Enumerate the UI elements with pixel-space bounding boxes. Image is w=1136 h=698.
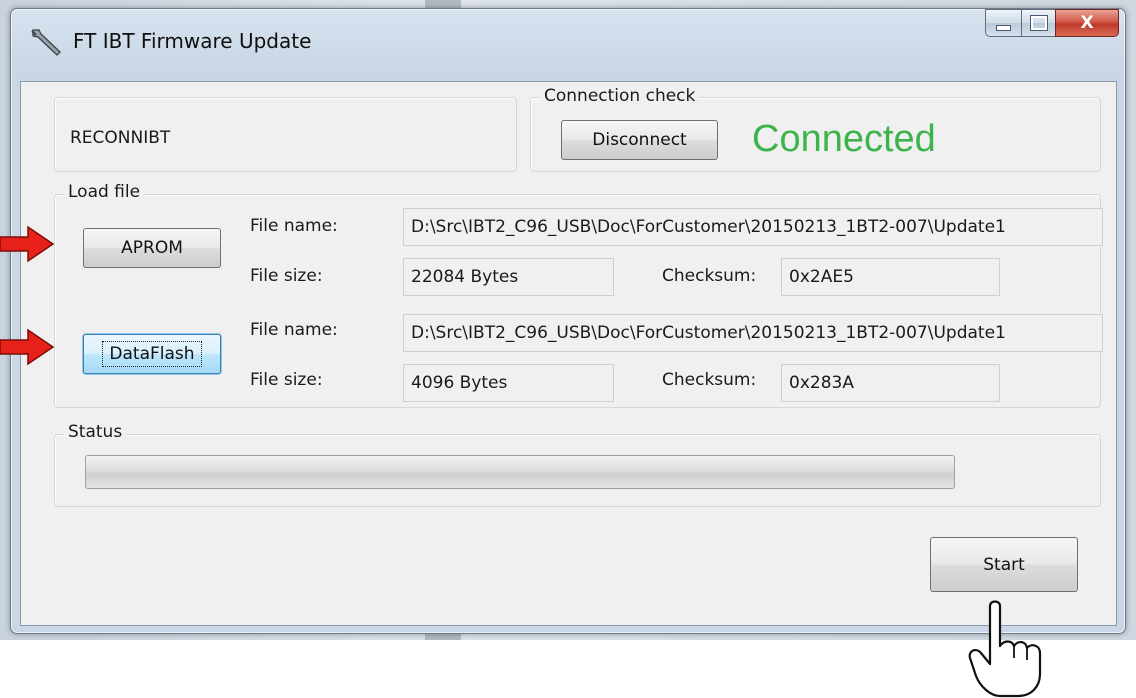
close-icon: X: [1080, 13, 1094, 33]
disconnect-button[interactable]: Disconnect: [561, 120, 718, 160]
connection-group-label: Connection check: [540, 86, 700, 106]
red-arrow-icon: [0, 328, 55, 366]
window-controls: X: [985, 9, 1119, 39]
dataflash-file-size-field: 4096 Bytes: [403, 364, 614, 402]
dataflash-file-name-label: File name:: [250, 320, 338, 340]
minimize-icon: [996, 25, 1011, 31]
client-area: RECONNIBT Connection check Disconnect Co…: [20, 81, 1117, 626]
dataflash-file-size-label: File size:: [250, 370, 323, 390]
firmware-update-window: FT IBT Firmware Update X RECONNIBT Conne…: [10, 8, 1126, 634]
close-button[interactable]: X: [1055, 9, 1119, 37]
start-button[interactable]: Start: [930, 537, 1078, 592]
aprom-checksum-label: Checksum:: [662, 266, 757, 286]
connection-status: Connected: [752, 118, 936, 160]
progress-bar: [85, 455, 955, 489]
dataflash-checksum-field: 0x283A: [781, 364, 1000, 402]
status-group-label: Status: [64, 422, 127, 442]
dataflash-checksum-label: Checksum:: [662, 370, 757, 390]
aprom-checksum-field: 0x2AE5: [781, 258, 1000, 296]
aprom-button[interactable]: APROM: [83, 228, 221, 268]
aprom-file-name-field[interactable]: D:\Src\IBT2_C96_USB\Doc\ForCustomer\2015…: [403, 208, 1103, 246]
maximize-button[interactable]: [1021, 9, 1055, 37]
minimize-button[interactable]: [985, 9, 1021, 37]
window-title: FT IBT Firmware Update: [73, 29, 312, 53]
aprom-file-size-label: File size:: [250, 266, 323, 286]
load-file-group-label: Load file: [64, 182, 145, 202]
pointing-hand-icon: [968, 600, 1042, 698]
dataflash-button[interactable]: DataFlash: [83, 334, 221, 374]
red-arrow-icon: [0, 225, 55, 263]
wrench-icon: [31, 29, 61, 56]
aprom-file-name-label: File name:: [250, 216, 338, 236]
maximize-icon: [1029, 15, 1048, 31]
dataflash-file-name-field[interactable]: D:\Src\IBT2_C96_USB\Doc\ForCustomer\2015…: [403, 314, 1103, 352]
title-bar[interactable]: FT IBT Firmware Update X: [11, 9, 1125, 81]
aprom-file-size-field: 22084 Bytes: [403, 258, 614, 296]
dataflash-button-label: DataFlash: [102, 341, 202, 367]
device-name: RECONNIBT: [70, 128, 171, 148]
